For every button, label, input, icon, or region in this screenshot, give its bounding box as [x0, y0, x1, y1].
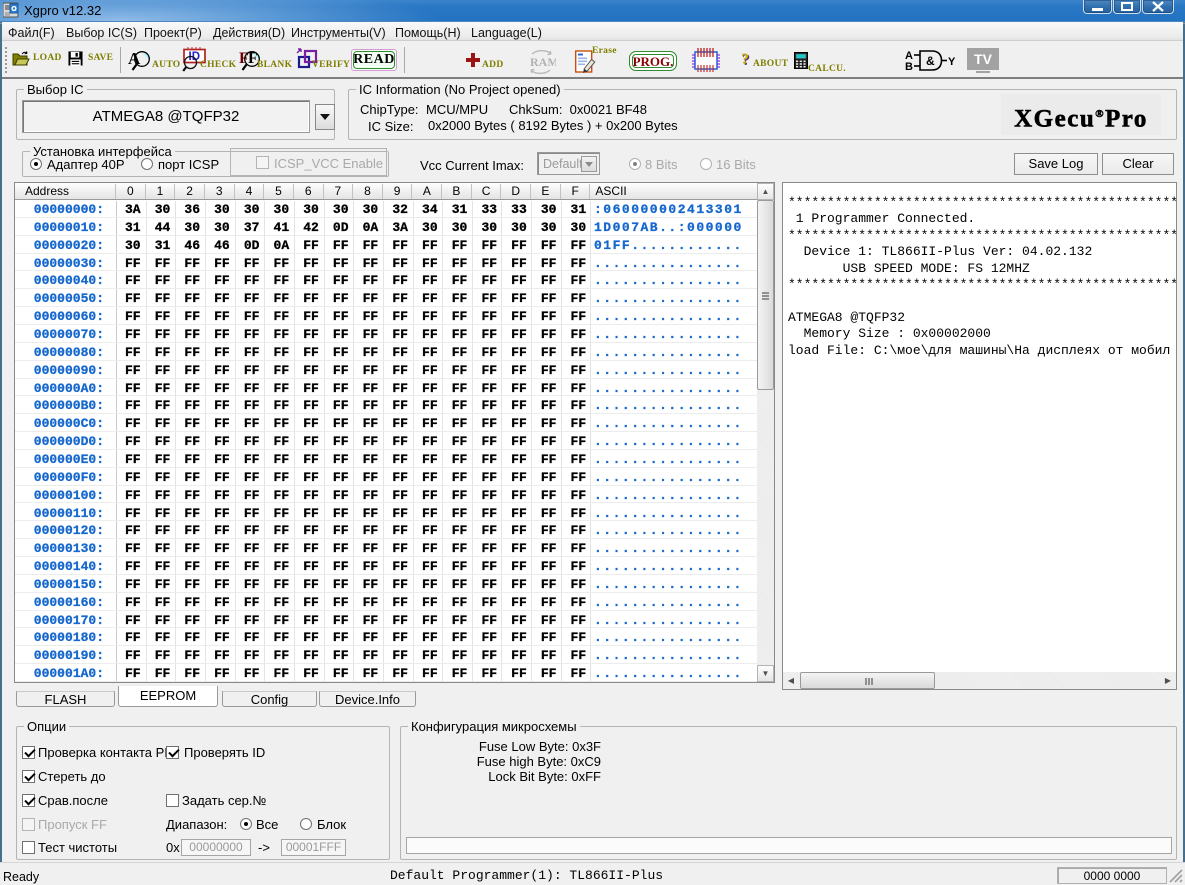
svg-text:&: & — [926, 54, 935, 68]
svg-text:RAM: RAM — [530, 55, 556, 69]
svg-text:B: B — [905, 61, 913, 72]
svg-text:Y: Y — [948, 56, 956, 68]
